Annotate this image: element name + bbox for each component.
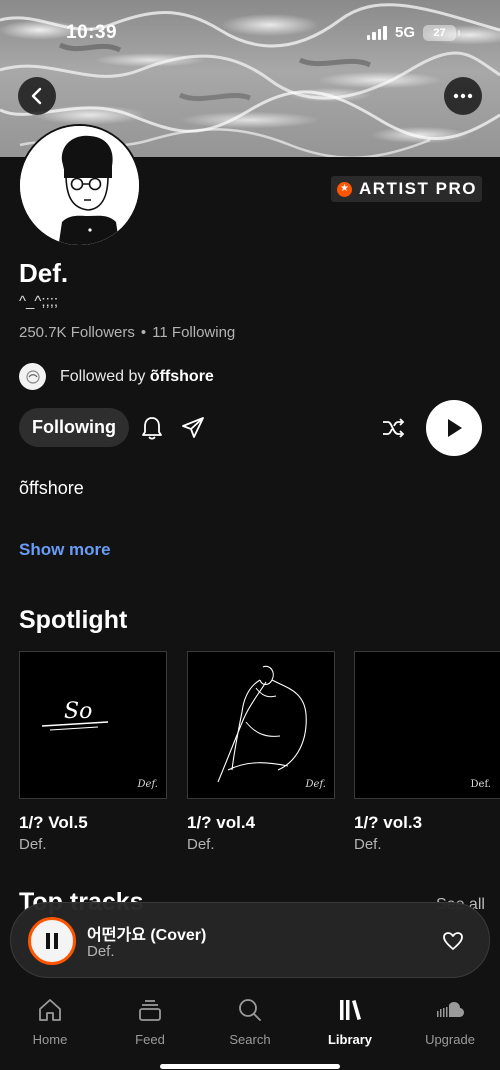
spotlight-card[interactable]: Def. 1/? vol.3 Def. bbox=[354, 651, 500, 853]
followed-by-prefix: Followed by bbox=[60, 367, 146, 385]
search-icon bbox=[239, 999, 261, 1021]
spotlight-item-artist: Def. bbox=[19, 836, 47, 853]
status-indicators: 5G 27 bbox=[366, 24, 460, 41]
followed-by-name: õffshore bbox=[149, 367, 214, 385]
followed-by-text: Followed by õffshore bbox=[60, 368, 214, 386]
now-playing-artist: Def. bbox=[87, 943, 115, 960]
tab-library[interactable]: Library bbox=[300, 996, 400, 1047]
status-time: 10:39 bbox=[66, 22, 118, 43]
tab-label: Upgrade bbox=[425, 1032, 475, 1047]
back-button[interactable] bbox=[18, 77, 56, 115]
tab-home[interactable]: Home bbox=[0, 996, 100, 1047]
play-button[interactable] bbox=[426, 400, 482, 456]
album-art: So Def. bbox=[19, 651, 167, 799]
def-signature: Def. bbox=[305, 779, 326, 790]
following-count[interactable]: 11 Following bbox=[152, 324, 235, 341]
spotlight-carousel[interactable]: So Def. 1/? Vol.5 Def. Def. 1/? vol.4 De… bbox=[19, 651, 500, 861]
chevron-left-icon bbox=[31, 87, 42, 105]
following-button[interactable]: Following bbox=[19, 408, 129, 447]
battery-icon: 27 bbox=[423, 24, 460, 41]
spotlight-item-title: 1/? Vol.5 bbox=[19, 813, 88, 832]
follow-stats: 250.7K Followers • 11 Following bbox=[19, 324, 235, 341]
album-art: Def. bbox=[187, 651, 335, 799]
so-artwork: So bbox=[41, 699, 109, 731]
star-icon: ★ bbox=[337, 181, 352, 197]
tab-label: Library bbox=[327, 1032, 373, 1047]
separator-dot: • bbox=[140, 324, 147, 341]
status-bar: 10:39 5G 27 bbox=[0, 0, 500, 60]
art-text: So bbox=[64, 699, 92, 724]
shuffle-icon[interactable] bbox=[380, 415, 406, 441]
artist-avatar[interactable] bbox=[18, 124, 141, 247]
soundcloud-icon bbox=[437, 1002, 464, 1017]
signal-icon bbox=[366, 25, 387, 40]
spotlight-item-artist: Def. bbox=[354, 836, 382, 853]
album-art: Def. bbox=[354, 651, 500, 799]
heart-icon[interactable] bbox=[442, 931, 464, 951]
tab-upgrade[interactable]: Upgrade bbox=[400, 996, 500, 1047]
artist-name: Def. bbox=[19, 258, 69, 288]
home-indicator bbox=[160, 1064, 340, 1069]
tab-feed[interactable]: Feed bbox=[100, 996, 200, 1047]
play-icon bbox=[448, 419, 462, 437]
artist-pro-label: ARTIST PRO bbox=[359, 179, 477, 198]
home-icon bbox=[39, 999, 61, 1021]
share-icon[interactable] bbox=[180, 415, 206, 441]
pause-icon bbox=[46, 933, 58, 949]
spotlight-title: Spotlight bbox=[19, 606, 128, 634]
spotlight-card[interactable]: Def. 1/? vol.4 Def. bbox=[187, 651, 335, 853]
tab-label: Home bbox=[32, 1032, 68, 1047]
spotlight-item-title: 1/? vol.3 bbox=[354, 813, 423, 832]
network-label: 5G bbox=[394, 24, 415, 41]
show-more-link[interactable]: Show more bbox=[19, 540, 111, 560]
library-icon bbox=[340, 1000, 361, 1020]
more-options-button[interactable] bbox=[444, 77, 482, 115]
spotlight-card[interactable]: So Def. 1/? Vol.5 Def. bbox=[19, 651, 167, 853]
line-figure-artwork bbox=[217, 665, 307, 783]
feed-icon bbox=[139, 1000, 161, 1021]
tab-label: Feed bbox=[135, 1032, 165, 1047]
ellipsis-icon bbox=[453, 93, 473, 99]
now-playing-title: 어떤가요 (Cover) bbox=[87, 927, 207, 944]
followed-by-row[interactable]: Followed by õffshore bbox=[19, 363, 214, 390]
def-signature: Def. bbox=[137, 779, 158, 790]
artist-subtitle: ^_^;;;; bbox=[19, 293, 59, 310]
def-signature: Def. bbox=[470, 779, 491, 790]
avatar-illustration bbox=[20, 126, 139, 245]
follower-logo-icon bbox=[25, 369, 40, 384]
bell-icon[interactable] bbox=[140, 415, 164, 441]
tab-label: Search bbox=[229, 1032, 271, 1047]
pause-button[interactable] bbox=[28, 917, 76, 965]
artist-pro-badge: ★ ARTIST PRO bbox=[331, 176, 482, 202]
artist-bio: õffshore bbox=[19, 478, 84, 498]
bottom-tab-bar: Home Feed Search Library Upgrade bbox=[0, 984, 500, 1070]
followers-count[interactable]: 250.7K Followers bbox=[19, 324, 135, 341]
spotlight-item-title: 1/? vol.4 bbox=[187, 813, 256, 832]
tab-search[interactable]: Search bbox=[200, 996, 300, 1047]
follower-avatar bbox=[19, 363, 46, 390]
mini-player[interactable]: 어떤가요 (Cover) Def. bbox=[10, 902, 490, 978]
spotlight-item-artist: Def. bbox=[187, 836, 215, 853]
